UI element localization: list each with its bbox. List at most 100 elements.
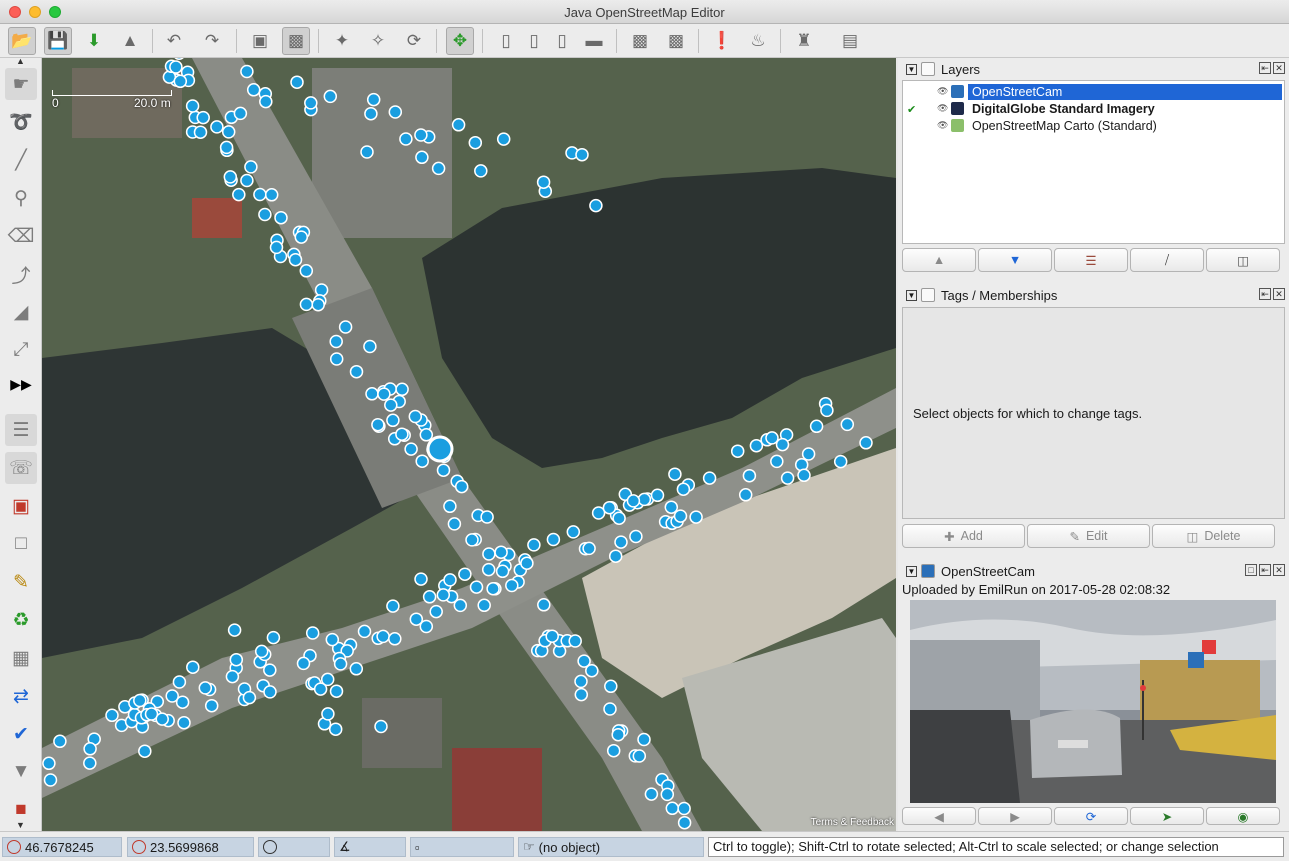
map-view[interactable]: 0 20.0 m Terms & Feedback	[42, 58, 896, 831]
photo-marker[interactable]	[574, 674, 588, 689]
photo-marker[interactable]	[626, 494, 641, 508]
next-photo-button[interactable]: ▶	[978, 807, 1052, 825]
merge-layer-button[interactable]: ☰	[1054, 248, 1128, 272]
photo-marker[interactable]	[797, 468, 811, 483]
photo-marker[interactable]	[299, 264, 314, 278]
photo-marker[interactable]	[820, 403, 834, 418]
combine-way-icon[interactable]: ✧	[364, 27, 392, 55]
photo-marker[interactable]	[650, 488, 665, 503]
photo-marker[interactable]	[637, 732, 651, 747]
photo-marker[interactable]	[366, 92, 381, 107]
photo-marker[interactable]	[269, 240, 284, 255]
photo-marker[interactable]	[859, 436, 873, 450]
photo-marker[interactable]	[371, 417, 385, 432]
improve-way-tool-icon[interactable]: ⤴	[5, 258, 37, 290]
tags-panel-header[interactable]: ▼ Tags / Memberships ⇤ ✕	[900, 284, 1287, 306]
photo-marker[interactable]	[288, 252, 303, 267]
photo-marker[interactable]	[198, 681, 213, 695]
photo-marker[interactable]	[770, 454, 784, 469]
preset-building-icon[interactable]: ▬	[580, 27, 608, 55]
tags-toggle-icon[interactable]: ☏	[5, 452, 37, 484]
preset-industrial-icon[interactable]: ▤	[836, 27, 864, 55]
photo-marker[interactable]	[568, 634, 582, 648]
photo-marker[interactable]	[527, 538, 541, 552]
imagery-attribution-link[interactable]: Terms & Feedback	[811, 817, 894, 828]
photo-marker[interactable]	[436, 463, 451, 477]
photo-marker[interactable]	[453, 598, 468, 613]
photo-marker[interactable]	[328, 722, 343, 736]
scroll-up-icon[interactable]: ▲	[16, 56, 25, 66]
upload-icon[interactable]: ▲	[116, 27, 144, 55]
photo-marker[interactable]	[465, 533, 479, 547]
photo-marker[interactable]	[266, 630, 281, 645]
photo-marker[interactable]	[175, 695, 190, 709]
photo-marker[interactable]	[545, 629, 559, 643]
layer-row-openstreetcam[interactable]: 👁 OpenStreetCam	[903, 83, 1284, 100]
preset-car-icon[interactable]: ▩	[626, 27, 654, 55]
photo-marker[interactable]	[436, 588, 451, 602]
collapse-icon[interactable]: ▼	[906, 289, 917, 301]
photo-marker[interactable]	[221, 125, 236, 139]
wireframe-toggle-icon[interactable]: ▩	[282, 27, 310, 55]
photo-marker[interactable]	[173, 74, 188, 89]
photo-marker[interactable]	[186, 660, 200, 674]
photo-marker[interactable]	[321, 707, 335, 721]
photo-marker[interactable]	[395, 382, 409, 397]
photo-marker[interactable]	[429, 604, 443, 619]
photo-marker[interactable]	[305, 626, 320, 640]
conflict-icon[interactable]: ♻	[5, 604, 37, 636]
photo-marker[interactable]	[419, 428, 434, 442]
open-web-button[interactable]: ◉	[1206, 807, 1280, 825]
photo-marker[interactable]	[520, 556, 534, 570]
selected-photo-marker[interactable]	[426, 435, 454, 463]
photo-marker[interactable]	[225, 669, 240, 684]
photo-marker[interactable]	[566, 525, 581, 539]
pin-icon[interactable]: ⇤	[1259, 62, 1271, 74]
photo-marker[interactable]	[644, 787, 659, 801]
photo-marker[interactable]	[299, 297, 314, 312]
photo-marker[interactable]	[388, 632, 402, 646]
delete-layer-button[interactable]: ◫	[1206, 248, 1280, 272]
photo-marker[interactable]	[415, 150, 429, 165]
photo-marker[interactable]	[577, 654, 591, 668]
photo-marker[interactable]	[185, 99, 200, 113]
photo-marker[interactable]	[611, 727, 625, 742]
photo-marker[interactable]	[349, 364, 364, 379]
photo-marker[interactable]	[537, 598, 551, 612]
photo-marker[interactable]	[240, 64, 254, 79]
photo-marker[interactable]	[240, 173, 254, 188]
photo-marker[interactable]	[233, 106, 248, 121]
photo-marker[interactable]	[313, 682, 328, 696]
lasso-tool-icon[interactable]: ➰	[5, 106, 37, 138]
photo-marker[interactable]	[482, 547, 496, 561]
photo-marker[interactable]	[673, 509, 688, 523]
photo-marker[interactable]	[384, 398, 398, 412]
photo-marker[interactable]	[323, 89, 338, 104]
photo-marker[interactable]	[329, 684, 344, 698]
download-icon[interactable]: ⬇	[80, 27, 108, 55]
photo-marker[interactable]	[840, 417, 855, 432]
photo-marker[interactable]	[227, 623, 242, 637]
toggle-visibility-button[interactable]: ⧸	[1130, 248, 1204, 272]
preset-castle-icon[interactable]: ♜	[790, 27, 818, 55]
photo-marker[interactable]	[546, 532, 561, 547]
photo-marker[interactable]	[494, 545, 508, 559]
photo-marker[interactable]	[408, 409, 423, 424]
save-icon[interactable]: 💾	[44, 27, 72, 55]
layers-panel-header[interactable]: ▼ Layers ⇤ ✕	[900, 58, 1287, 80]
photo-marker[interactable]	[388, 105, 403, 119]
photo-marker[interactable]	[742, 468, 757, 483]
photo-marker[interactable]	[474, 164, 488, 178]
collapse-icon[interactable]: ▼	[906, 63, 917, 75]
photo-marker[interactable]	[480, 510, 494, 524]
photo-marker[interactable]	[333, 657, 348, 671]
edit-tag-button[interactable]: ✎ Edit	[1027, 524, 1150, 548]
photo-marker[interactable]	[349, 662, 364, 676]
photo-marker[interactable]	[469, 580, 484, 594]
reload-photo-button[interactable]: ⟳	[1054, 807, 1128, 825]
filter-icon[interactable]: ▼	[5, 756, 37, 788]
photo-marker[interactable]	[294, 230, 309, 244]
preset-door-icon[interactable]: ▯	[492, 27, 520, 55]
photo-marker[interactable]	[629, 529, 643, 544]
zoom-to-data-icon[interactable]: ✥	[446, 27, 474, 55]
